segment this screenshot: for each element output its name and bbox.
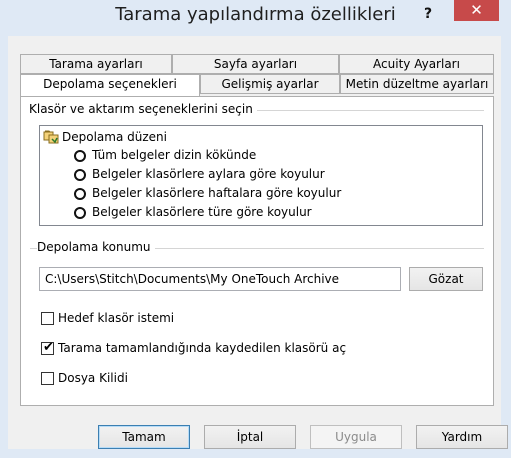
tab-page-settings[interactable]: Sayfa ayarları [172,54,339,74]
option-label: Belgeler klasörlere türe göre koyulur [92,205,312,219]
checkbox-box [41,312,54,325]
ok-button[interactable]: Tamam [98,425,190,449]
storage-path-field[interactable]: C:\Users\Stitch\Documents\My OneTouch Ar… [39,267,401,291]
tab-text-correction-settings[interactable]: Metin düzeltme ayarları [340,74,494,94]
title-bar: Tarama yapılandırma özellikleri ? ✕ [0,0,511,33]
radio-icon [74,169,86,181]
tab-storage-options[interactable]: Depolama seçenekleri [20,74,200,96]
browse-button[interactable]: Gözat [409,267,483,291]
folder-group-label: Klasör ve aktarım seçeneklerini seçin [29,102,257,116]
checkbox-label: Tarama tamamlandığında kaydedilen klasör… [58,341,347,355]
option-label: Tüm belgeler dizin kökünde [92,148,257,162]
checkmark-icon: ✔ [43,340,54,355]
tab-acuity-settings[interactable]: Acuity Ayarları [339,54,494,74]
checkbox-label: Hedef klasör istemi [58,311,175,325]
checkbox-label: Dosya Kilidi [58,371,128,385]
radio-icon [74,207,86,219]
close-icon: ✕ [470,1,483,19]
folder-tree-icon [43,130,59,144]
location-label: Depolama konumu [37,240,155,254]
tab-scan-settings[interactable]: Tarama ayarları [20,54,172,74]
option-label: Belgeler klasörlere haftalara göre koyul… [92,186,342,200]
apply-button[interactable]: Uygula [310,425,402,449]
help-icon[interactable]: ? [420,5,436,23]
tab-advanced-settings[interactable]: Gelişmiş ayarlar [200,74,340,94]
properties-dialog: Tarama yapılandırma özellikleri ? ✕ Tara… [0,0,511,458]
checkbox-box [41,372,54,385]
checkbox-box: ✔ [41,340,54,355]
option-label: Belgeler klasörlere aylara göre koyulur [92,167,325,181]
close-button[interactable]: ✕ [454,0,499,21]
cancel-button[interactable]: İptal [204,425,296,449]
radio-icon [74,150,86,162]
help-button[interactable]: Yardım [416,425,508,449]
storage-layout-list[interactable]: Depolama düzeni Tüm belgeler dizin kökün… [39,125,483,226]
storage-layout-root-label: Depolama düzeni [62,130,167,144]
radio-icon [74,188,86,200]
